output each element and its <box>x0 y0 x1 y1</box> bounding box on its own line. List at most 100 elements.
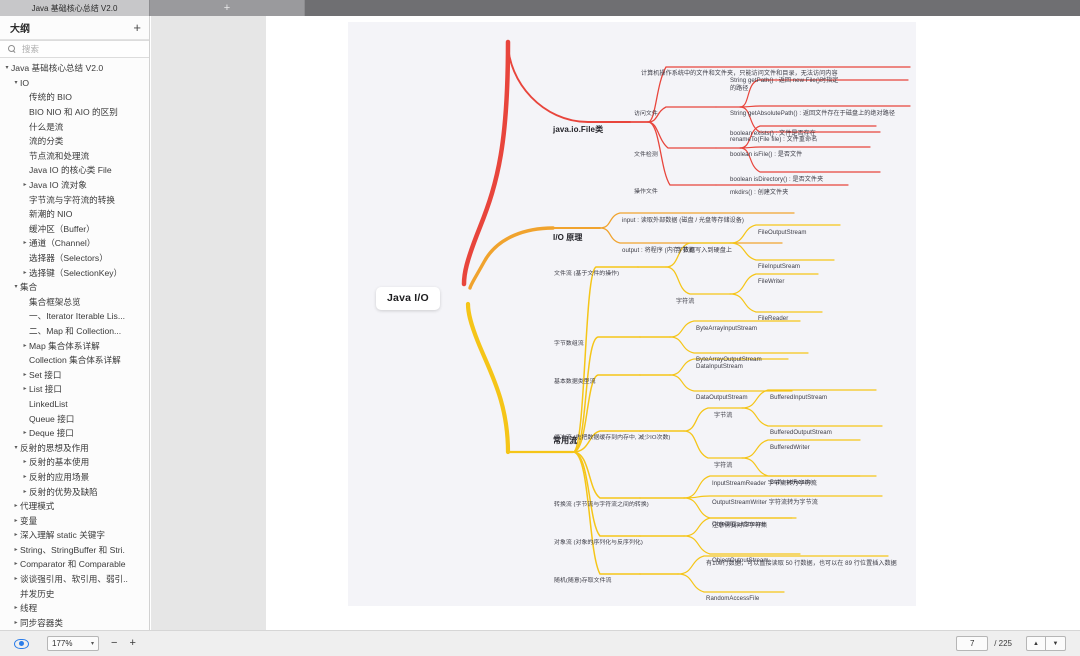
outline-tree-item[interactable]: ▸ List 接口 <box>0 382 149 397</box>
outline-tree-item[interactable]: ▸ 反射的基本使用 <box>0 455 149 470</box>
outline-tree-item[interactable]: 节点流和处理流 <box>0 149 149 164</box>
mindmap-node-isfile[interactable]: boolean isFile() : 是否文件 <box>730 151 802 159</box>
mindmap-node-file-detect[interactable]: 文件检测 <box>634 152 658 159</box>
chevron-right-icon[interactable]: ▸ <box>21 489 29 495</box>
chevron-right-icon[interactable]: ▸ <box>12 547 20 553</box>
outline-tree-item[interactable]: ▾ 反射的思想及作用 <box>0 440 149 455</box>
outline-tree-item[interactable]: 一、Iterator Iterable Lis... <box>0 309 149 324</box>
outline-tree-item[interactable]: ▾ Java 基础核心总结 V2.0 <box>0 61 149 76</box>
mindmap-branch-principle[interactable]: I/O 原理 <box>553 233 583 243</box>
mindmap-node-bytearray-stream[interactable]: 字节数组流 <box>554 341 584 348</box>
mindmap-node-fileoutputstream[interactable]: FileOutputStream <box>758 229 807 237</box>
outline-tree-item[interactable]: ▸ 反射的应用场景 <box>0 470 149 485</box>
mindmap-node-bytearrayinputstream[interactable]: ByteArrayInputStream <box>696 325 757 333</box>
chevron-right-icon[interactable]: ▸ <box>12 561 20 567</box>
page-number-input[interactable]: 7 <box>956 636 989 651</box>
chevron-down-icon[interactable]: ▾ <box>12 284 20 290</box>
outline-tree-item[interactable]: ▸ 变量 <box>0 513 149 528</box>
mindmap-node-bufferedwriter[interactable]: BufferedWriter <box>770 444 810 452</box>
outline-tree-item[interactable]: 集合框架总览 <box>0 295 149 310</box>
outline-tree-item[interactable]: ▸ Set 接口 <box>0 367 149 382</box>
mindmap-node-filereader[interactable]: FileReader <box>758 315 788 323</box>
outline-tree-item[interactable]: ▸ 线程 <box>0 601 149 616</box>
outline-tree-item[interactable]: 传统的 BIO <box>0 90 149 105</box>
outline-tree-item[interactable]: ▸ Java IO 流对象 <box>0 178 149 193</box>
mindmap-node-file-byte-stream[interactable]: 字节流 <box>676 247 694 255</box>
outline-tree-item[interactable]: Queue 接口 <box>0 411 149 426</box>
outline-tree-item[interactable]: BIO NIO 和 AIO 的区别 <box>0 105 149 120</box>
chevron-right-icon[interactable]: ▸ <box>12 605 20 611</box>
outline-tree-item[interactable]: ▸ Deque 接口 <box>0 426 149 441</box>
outline-tree-item[interactable]: ▸ String、StringBuffer 和 Stri. <box>0 543 149 558</box>
mindmap-node-outputstreamwriter[interactable]: OutputStreamWriter 字符流转为字节流 <box>712 499 818 507</box>
chevron-down-icon[interactable]: ▾ <box>3 65 11 71</box>
outline-tree-item[interactable]: 字节流与字符流的转换 <box>0 192 149 207</box>
mindmap-node-buffered-byte-stream[interactable]: 字节流 <box>714 412 732 420</box>
outline-tree-item[interactable]: 流的分类 <box>0 134 149 149</box>
outline-tree-item[interactable]: ▸ 代理模式 <box>0 499 149 514</box>
chevron-right-icon[interactable]: ▸ <box>12 620 20 626</box>
mindmap-node-convert-stream[interactable]: 转换流 (字节流与字符流之间的转换) <box>554 502 649 509</box>
outline-tree-item[interactable]: ▸ 通道（Channel） <box>0 236 149 251</box>
chevron-right-icon[interactable]: ▸ <box>21 372 29 378</box>
outline-tree-item[interactable]: ▸ 选择键（SelectionKey） <box>0 265 149 280</box>
mindmap-node-primitive-stream[interactable]: 基本数据类型流 <box>554 379 596 386</box>
preview-eye-icon[interactable] <box>14 638 29 649</box>
chevron-right-icon[interactable]: ▸ <box>21 270 29 276</box>
mindmap-node-fileinputstream[interactable]: FileInputSream <box>758 263 800 271</box>
mindmap-node-datainputstream[interactable]: DataInputStream <box>696 363 743 371</box>
add-outline-button[interactable]: + <box>133 21 141 34</box>
document-viewport[interactable]: Java I/O java.io.File类 I/O 原理 常用流 计算机操作系… <box>266 16 1080 630</box>
outline-tree-item[interactable]: 什么是流 <box>0 119 149 134</box>
outline-tree-item[interactable]: ▸ 深入理解 static 关键字 <box>0 528 149 543</box>
mindmap-node-inputstreamreader[interactable]: InputStreamReader 字节流转为字符流 <box>712 480 817 488</box>
chevron-right-icon[interactable]: ▸ <box>21 430 29 436</box>
mindmap-node-access-file[interactable]: 访问文件 <box>634 111 658 118</box>
mindmap-branch-file[interactable]: java.io.File类 <box>553 125 603 135</box>
mindmap-node-getabsolutepath[interactable]: String getAbsolutePath() : 返回文件存在于磁盘上的绝对… <box>730 110 895 118</box>
search-bar[interactable] <box>0 40 149 58</box>
mindmap-node-random-access-stream[interactable]: 随机(随意)存取文件流 <box>554 578 612 585</box>
previous-page-button[interactable]: ▲ <box>1026 636 1046 651</box>
outline-tree-item[interactable]: ▸ 谈谈强引用、软引用、弱引.. <box>0 572 149 587</box>
chevron-right-icon[interactable]: ▸ <box>12 518 20 524</box>
mindmap-node-bufferedinputstream[interactable]: BufferedInputStream <box>770 394 827 402</box>
mindmap-node-getpath[interactable]: String getPath() : 返回 new File()时指定的路径 <box>730 77 840 92</box>
chevron-right-icon[interactable]: ▸ <box>12 532 20 538</box>
chevron-down-icon[interactable]: ▾ <box>12 80 20 86</box>
outline-tree-item[interactable]: 二、Map 和 Collection... <box>0 324 149 339</box>
mindmap-node-file-ops[interactable]: 操作文件 <box>634 189 658 196</box>
outline-tree-item[interactable]: ▾ IO <box>0 76 149 91</box>
chevron-right-icon[interactable]: ▸ <box>12 503 20 509</box>
outline-tree-item[interactable]: ▸ Map 集合体系详解 <box>0 338 149 353</box>
mindmap-node-dataoutputstream[interactable]: DataOutputStream <box>696 394 748 402</box>
mindmap-node-bufferedoutputstream[interactable]: BufferedOutputStream <box>770 429 832 437</box>
outline-tree-item[interactable]: Java IO 的核心类 File <box>0 163 149 178</box>
zoom-in-button[interactable]: + <box>129 638 135 649</box>
outline-tree[interactable]: ▾ Java 基础核心总结 V2.0 ▾ IO 传统的 BIO BIO NIO 和 AIO… <box>0 59 149 630</box>
outline-tree-item[interactable]: Collection 集合体系详解 <box>0 353 149 368</box>
chevron-right-icon[interactable]: ▸ <box>21 474 29 480</box>
outline-tree-item[interactable]: ▸ 同步容器类 <box>0 616 149 630</box>
zoom-select[interactable]: 177% ▾ <box>47 636 99 651</box>
mindmap-node-buffered-char-stream[interactable]: 字符流 <box>714 462 732 470</box>
outline-tree-item[interactable]: 选择器（Selectors） <box>0 251 149 266</box>
search-input[interactable] <box>20 43 141 55</box>
new-tab-button[interactable]: + <box>150 0 305 16</box>
outline-tree-item[interactable]: ▸ Comparator 和 Comparable <box>0 557 149 572</box>
chevron-right-icon[interactable]: ▸ <box>21 182 29 188</box>
chevron-right-icon[interactable]: ▸ <box>12 576 20 582</box>
chevron-right-icon[interactable]: ▸ <box>21 386 29 392</box>
mindmap-root-node[interactable]: Java I/O <box>376 287 440 311</box>
mindmap-node-randomaccessfile[interactable]: RandomAccessFile <box>706 595 759 603</box>
mindmap-node-buffered-stream[interactable]: 缓冲流 (先把数据缓存到内存中, 减少IO次数) <box>554 435 670 442</box>
mindmap-node-file-char-stream[interactable]: 字符流 <box>676 298 694 306</box>
outline-tree-item[interactable]: 新潮的 NIO <box>0 207 149 222</box>
mindmap-node-exists[interactable]: boolean exists() : 文件是否存在 <box>730 130 816 138</box>
zoom-out-button[interactable]: − <box>111 638 117 649</box>
mindmap-node-random-access-desc[interactable]: 有100行数据，可以直接读取 50 行数据，也可以在 89 行位置插入数据 <box>706 560 897 568</box>
next-page-button[interactable]: ▼ <box>1046 636 1066 651</box>
mindmap-node-mkdirs[interactable]: mkdirs() : 创建文件夹 <box>730 189 788 197</box>
mindmap-canvas[interactable]: Java I/O java.io.File类 I/O 原理 常用流 计算机操作系… <box>348 22 916 606</box>
chevron-down-icon[interactable]: ▾ <box>12 445 20 451</box>
